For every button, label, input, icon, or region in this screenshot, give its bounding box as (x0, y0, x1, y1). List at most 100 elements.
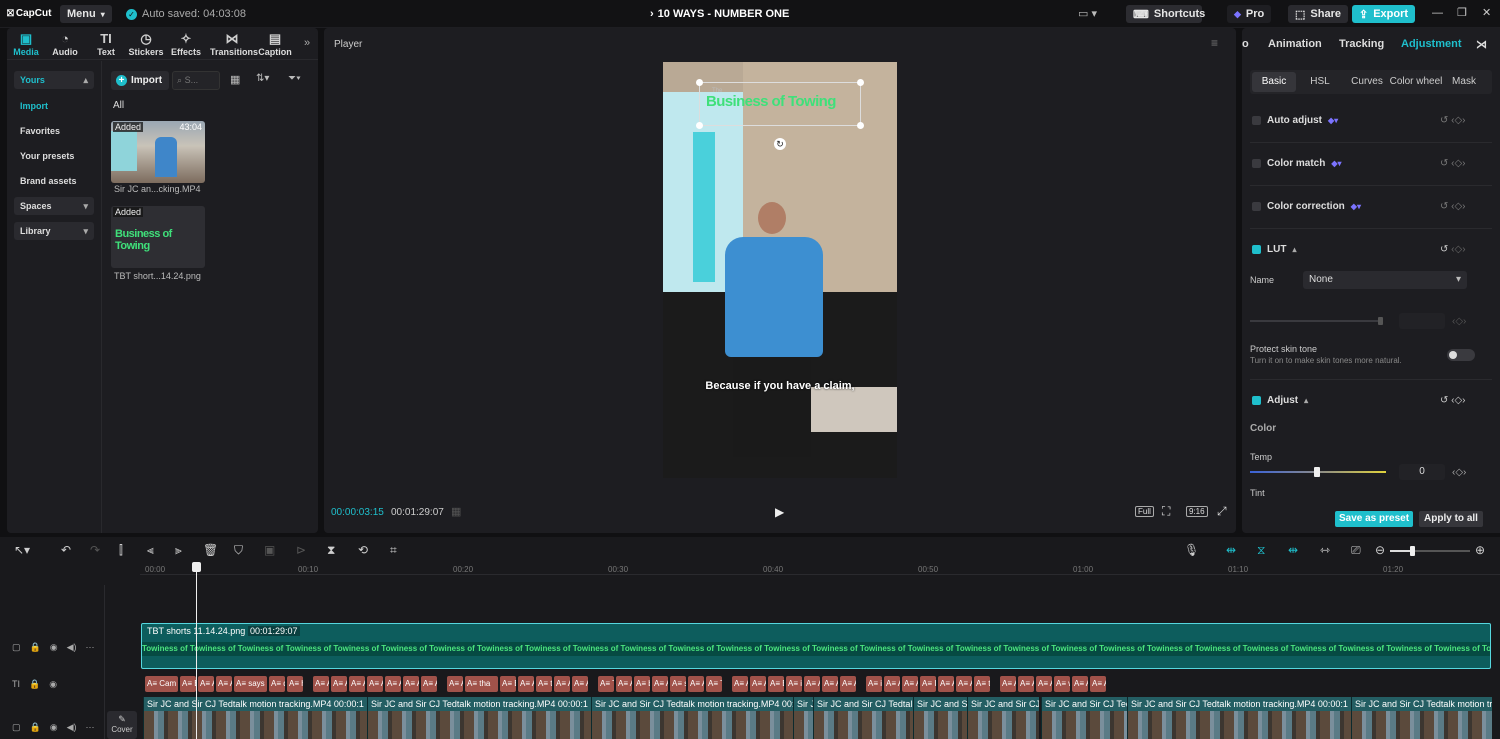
caption-overlay[interactable]: Because if you have a claim, (663, 380, 897, 392)
caption-clip[interactable]: A≡ A (403, 676, 419, 692)
caption-clip[interactable]: A≡ A (385, 676, 401, 692)
caption-clip[interactable]: A≡ A (688, 676, 704, 692)
handle-bl[interactable] (696, 122, 703, 129)
video-clip[interactable]: Sir JC and Sir CJ Tedtalk motion trackin… (143, 697, 367, 739)
video-clip[interactable]: Sir JC and Sir CJ Tedtalk motion trackin… (793, 697, 813, 739)
search-input[interactable]: ⌕ S... (172, 71, 220, 90)
select-tool-icon[interactable]: ↖▾ (14, 543, 30, 557)
caption-clip[interactable]: A≡ A (367, 676, 383, 692)
caption-clip[interactable]: A≡ Cam (145, 676, 178, 692)
video-clip[interactable]: Sir JC and Si 00:00:1 (913, 697, 967, 739)
more-tabs-icon[interactable]: ⋊ (1476, 38, 1487, 51)
lock-icon[interactable]: 🔒 (30, 642, 41, 653)
delete-icon[interactable]: 🗑 (203, 543, 218, 557)
filter-icon[interactable]: ⏷▾ (288, 73, 301, 84)
playhead-handle[interactable] (192, 562, 201, 572)
split-icon[interactable]: ⫿ (119, 543, 123, 558)
auto-adjust-row[interactable]: Auto adjust ◆▾ (1252, 115, 1338, 126)
save-preset-button[interactable]: Save as preset (1335, 511, 1413, 527)
caption-clip[interactable]: A≡ E (500, 676, 516, 692)
caption-clip[interactable]: A≡ A (331, 676, 347, 692)
caption-clip[interactable]: A≡ A (447, 676, 463, 692)
lut-controls[interactable]: ↺ ‹◇› (1440, 244, 1466, 255)
auto-snap-icon[interactable]: ⧖ (1257, 543, 1265, 558)
caption-clip[interactable]: A≡ A (1018, 676, 1034, 692)
crop-icon[interactable]: ⌗ (390, 543, 397, 558)
tab-media[interactable]: ▣ Media (7, 31, 45, 57)
cover-button[interactable]: ✎ Cover (107, 711, 137, 739)
project-title[interactable]: › 10 WAYS - NUMBER ONE (650, 8, 789, 20)
rotate-icon[interactable]: ⟲ (358, 543, 368, 557)
nav-yours[interactable]: Yours ▴ (14, 71, 94, 89)
zoom-slider[interactable] (1390, 546, 1470, 556)
subtab-color-wheel[interactable]: Color wheel (1388, 72, 1444, 92)
caption-clip[interactable]: A≡ A (956, 676, 972, 692)
more-icon[interactable]: ··· (86, 722, 95, 733)
temp-keyframe[interactable]: ‹◇› (1452, 467, 1466, 478)
caption-preview-icon[interactable]: ⎚ (1351, 543, 1361, 558)
adjust-checkbox[interactable] (1252, 396, 1261, 405)
caption-clip[interactable]: A≡ A (1090, 676, 1106, 692)
play-icon[interactable]: ▶ (775, 505, 784, 519)
apply-all-button[interactable]: Apply to all (1419, 511, 1483, 527)
caption-clip[interactable]: A≡ A (216, 676, 232, 692)
export-button[interactable]: ⇪ Export (1352, 5, 1416, 23)
caption-clip[interactable]: A≡ b (634, 676, 650, 692)
temp-input[interactable]: 0 (1399, 464, 1445, 480)
caption-clip[interactable]: A≡ it (866, 676, 882, 692)
caption-clip[interactable]: A≡ A (938, 676, 954, 692)
lut-intensity-keyframe[interactable]: ‹◇› (1452, 316, 1466, 327)
subtab-hsl[interactable]: HSL (1302, 72, 1338, 92)
timeline-grid-icon[interactable]: ▦ (451, 505, 461, 518)
zoom-knob[interactable] (1410, 546, 1415, 556)
nav-spaces[interactable]: Spaces ▾ (14, 197, 94, 215)
adjust-row[interactable]: Adjust ▴ (1252, 395, 1308, 406)
lut-row[interactable]: LUT ▴ (1252, 244, 1296, 255)
caption-clip[interactable]: A≡ A (1072, 676, 1088, 692)
color-match-checkbox[interactable] (1252, 159, 1261, 168)
caption-clip[interactable]: A≡ says (234, 676, 267, 692)
microphone-icon[interactable]: 🎙 (1184, 543, 1199, 557)
caption-clip[interactable]: A≡ A (884, 676, 900, 692)
auto-adjust-controls[interactable]: ↺ ‹◇› (1440, 115, 1466, 126)
media-item-image[interactable]: Added Business of Towing (111, 206, 205, 268)
reverse-icon[interactable]: ⊳ (296, 543, 306, 557)
share-button[interactable]: ⬚ Share (1288, 5, 1348, 23)
color-correction-row[interactable]: Color correction ◆▾ (1252, 201, 1361, 212)
caption-clip[interactable]: A≡ A (518, 676, 534, 692)
media-item-video[interactable]: Added 43:04 (111, 121, 205, 183)
more-icon[interactable]: ··· (86, 642, 95, 653)
nav-import[interactable]: Import (14, 97, 94, 115)
nav-library[interactable]: Library ▾ (14, 222, 94, 240)
main-track-magnet-icon[interactable]: ⇹ (1226, 543, 1236, 557)
pro-button[interactable]: ◆ Pro (1227, 5, 1272, 23)
caption-clip[interactable]: A≡ A (616, 676, 632, 692)
caption-clip[interactable]: A≡ th (974, 676, 990, 692)
caption-clip[interactable]: A≡ A (349, 676, 365, 692)
layout-icon[interactable]: ▭ ▾ (1078, 7, 1097, 20)
sort-icon[interactable]: ⇅▾ (256, 73, 269, 84)
rotate-handle-icon[interactable]: ↻ (774, 138, 786, 150)
focus-icon[interactable]: ⛶ (1162, 504, 1170, 519)
fullscreen-icon[interactable]: ⤢ (1217, 504, 1227, 519)
eye-icon[interactable]: ◉ (50, 642, 58, 653)
subtab-curves[interactable]: Curves (1346, 72, 1388, 92)
volume-icon[interactable]: ◀) (67, 642, 77, 653)
zoom-in-icon[interactable]: ⊕ (1475, 543, 1485, 557)
caption-clip[interactable]: A≡ ha (287, 676, 303, 692)
color-match-controls[interactable]: ↺ ‹◇› (1440, 158, 1466, 169)
lut-intensity-slider[interactable] (1250, 317, 1383, 325)
color-correction-controls[interactable]: ↺ ‹◇› (1440, 201, 1466, 212)
caption-clip[interactable]: A≡ th (536, 676, 552, 692)
volume-icon[interactable]: ◀) (67, 722, 77, 733)
video-clip[interactable]: Sir JC and Sir CJ Tedtalk motion trackin… (591, 697, 815, 739)
ratio-button[interactable]: 9:16 (1186, 506, 1208, 517)
caption-clip[interactable]: A≡ if (786, 676, 802, 692)
caption-clip[interactable]: A≡ wi (1054, 676, 1070, 692)
tab-transitions[interactable]: ⋈ Transitions (210, 31, 258, 57)
overlay-clip[interactable]: TBT shorts 11.14.24.png 00:01:29:07 Towi… (141, 623, 1491, 669)
slider-knob[interactable] (1378, 317, 1383, 325)
lut-intensity-input[interactable] (1399, 313, 1445, 329)
caption-clip[interactable]: A≡ sh (670, 676, 686, 692)
tab-animation[interactable]: Animation (1268, 38, 1322, 50)
